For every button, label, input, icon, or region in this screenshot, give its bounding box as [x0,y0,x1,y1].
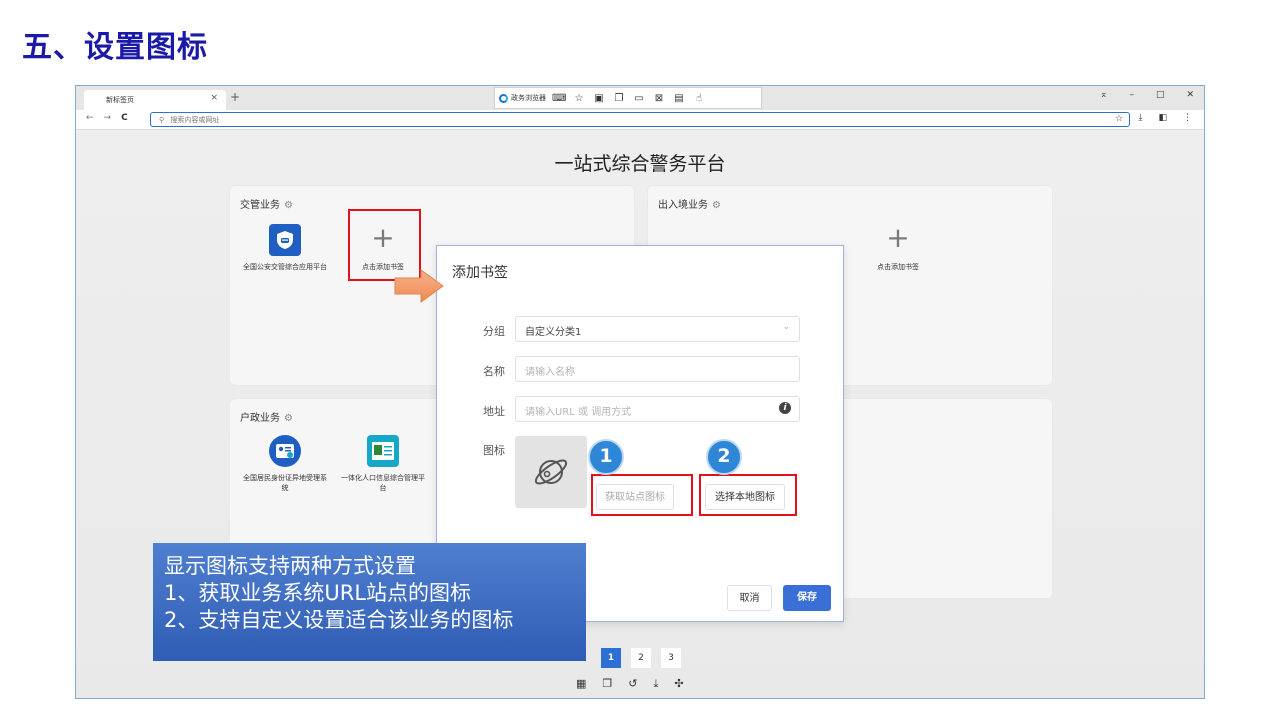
pin-icon[interactable]: ⌅ [1100,90,1108,100]
keyboard-icon[interactable]: ⌨ [552,93,566,104]
minimize-icon[interactable]: – [1129,90,1134,100]
shield-car-icon [269,224,301,256]
card-title-text: 出入境业务 [658,200,708,211]
highlight-fetch-icon [591,474,693,516]
gov-browser-toolbar: 政务浏览器 ⌨ ☆ ▣ ❐ ▭ ⊠ ▤ ☝ [494,87,762,109]
extension-icon[interactable]: ✣ [674,677,683,691]
planet-icon [534,459,568,485]
gear-icon[interactable]: ⚙ [284,413,293,424]
close-icon[interactable]: ✕ [1186,90,1194,100]
app-label: 点击添加书签 [877,263,919,271]
card-title-text: 户政业务 [240,413,280,424]
tab-bar: 新标签页 × + 政务浏览器 ⌨ ☆ ▣ ❐ ▭ ⊠ ▤ ☝ ⌅ – □ ✕ [76,86,1204,110]
page-1-button[interactable]: 1 [601,648,621,668]
tab-close-icon[interactable]: × [210,93,218,103]
pagination: 1 2 3 [601,648,681,668]
app-label: 全国居民身份证异地受理系统 [243,474,327,492]
page-title: 一站式综合警务平台 [554,153,726,175]
cast-icon[interactable]: ▤ [672,93,686,104]
download-icon[interactable]: ⤓ [1139,113,1143,123]
new-tab-page: 一站式综合警务平台 交管业务 ⚙ 全国公安交管综合应用平台 + 点击添加书签 出入… [76,131,1204,698]
chevron-down-icon: ⌄ [782,322,790,332]
back-icon[interactable]: ← [86,113,94,123]
highlight-local-icon [699,474,797,516]
nav-buttons: ← → C [86,113,128,123]
sidebar-icon[interactable]: ◧ [1158,113,1167,123]
page-2-button[interactable]: 2 [631,648,651,668]
app-id-card-system[interactable]: 全国居民身份证异地受理系统 [240,435,330,493]
screenshot-icon[interactable]: ▣ [592,93,606,104]
app-population-platform[interactable]: 一体化人口信息综合管理平台 [338,435,428,493]
icon-preview [515,436,587,508]
address-bar-tools: ⤓ ◧ ⋮ [1139,113,1193,123]
icon-label: 图标 [483,444,505,457]
bookmark-star-icon[interactable]: ☆ [1115,114,1123,124]
page-3-button[interactable]: 3 [661,648,681,668]
bottom-toolbar: ▦ ❐ ↺ ⤓ ✣ [576,677,684,691]
gov-browser-label: 政务浏览器 [511,94,546,102]
group-value: 自定义分类1 [525,327,582,338]
cancel-button[interactable]: 取消 [727,585,772,611]
slide-title: 五、设置图标 [22,30,208,65]
copy-icon[interactable]: ❐ [602,677,612,691]
name-placeholder: 请输入名称 [525,367,575,378]
card-title: 出入境业务 ⚙ [658,196,721,211]
tab-new[interactable]: 新标签页 × [84,90,226,110]
download-icon[interactable]: ⤓ [654,677,659,691]
copy-icon[interactable]: ❐ [612,93,626,104]
save-button[interactable]: 保存 [783,585,831,611]
screen-icon[interactable]: ▭ [632,93,646,104]
name-label: 名称 [483,365,505,378]
crop-icon[interactable]: ⊠ [652,93,666,104]
step-badge-1: 1 [588,439,624,475]
app-label: 全国公安交管综合应用平台 [243,263,327,271]
reload-icon[interactable]: C [121,113,128,123]
star-icon[interactable]: ☆ [572,93,586,104]
app-label: 一体化人口信息综合管理平台 [341,474,425,492]
gear-icon[interactable]: ⚙ [712,200,721,211]
plus-icon: + [886,221,910,254]
url-placeholder: 搜索内容或网址 [170,116,220,124]
dialog-title: 添加书签 [452,265,508,281]
address-label: 地址 [483,405,505,418]
name-input[interactable]: 请输入名称 [515,356,800,382]
gear-icon[interactable]: ⚙ [284,200,293,211]
maximize-icon[interactable]: □ [1156,90,1165,100]
address-placeholder: 请输入URL 或 调用方式 [525,407,632,418]
id-badge-icon [367,435,399,467]
group-select[interactable]: 自定义分类1 ⌄ [515,316,800,342]
hand-icon[interactable]: ☝ [692,93,706,104]
callout-line: 2、支持自定义设置适合该业务的图标 [164,608,514,632]
window-controls: ⌅ – □ ✕ [1100,90,1194,100]
menu-icon[interactable]: ⋮ [1183,113,1192,123]
instruction-callout: 显示图标支持两种方式设置 1、获取业务系统URL站点的图标 2、支持自定义设置适… [153,543,586,661]
search-icon: ⚲ [159,116,165,124]
new-tab-button[interactable]: + [230,90,240,104]
group-label: 分组 [483,325,505,338]
app-traffic-platform[interactable]: 全国公安交管综合应用平台 [240,224,330,272]
browser-logo-icon [499,93,508,103]
callout-line: 1、获取业务系统URL站点的图标 [164,581,472,605]
address-input[interactable]: 请输入URL 或 调用方式 i [515,396,800,422]
callout-line: 显示图标支持两种方式设置 [164,554,416,578]
step-badge-2: 2 [706,439,742,475]
arrow-right-icon [394,269,444,303]
card-title: 户政业务 ⚙ [240,409,293,424]
card-title: 交管业务 ⚙ [240,196,293,211]
tab-label: 新标签页 [106,96,134,104]
collection-icon[interactable]: ▦ [576,677,586,691]
card-title-text: 交管业务 [240,200,280,211]
browser-window: 新标签页 × + 政务浏览器 ⌨ ☆ ▣ ❐ ▭ ⊠ ▤ ☝ ⌅ – □ ✕ ←… [75,85,1205,699]
history-icon[interactable]: ↺ [628,677,637,691]
address-bar: ← → C ⚲ 搜索内容或网址 ☆ ⤓ ◧ ⋮ [76,110,1204,130]
add-bookmark-tile[interactable]: + 点击添加书签 [853,224,943,272]
forward-icon[interactable]: → [104,113,112,123]
gov-browser-logo[interactable]: 政务浏览器 [499,93,546,103]
info-icon[interactable]: i [779,402,791,414]
id-card-icon [269,435,301,467]
url-input[interactable]: ⚲ 搜索内容或网址 ☆ [150,112,1130,127]
